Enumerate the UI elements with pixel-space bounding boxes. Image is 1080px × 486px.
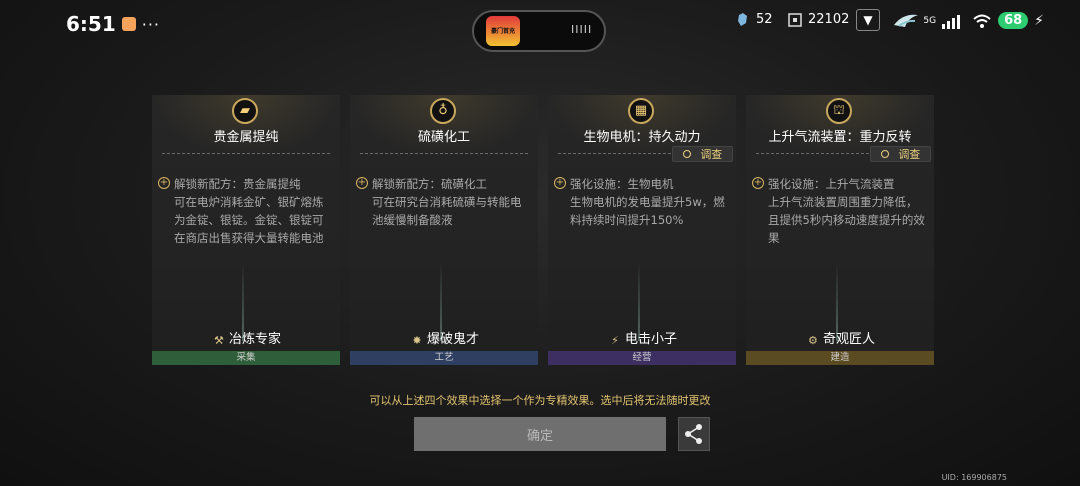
wifi-icon [973,14,991,28]
crystal-icon [738,12,747,26]
plus-icon: + [158,177,170,189]
role-name: 电击小子 [624,332,677,347]
effect-line: + 解锁新配方：硫磺化工 [356,175,530,193]
role-badge-icon: ✸ [412,334,422,347]
specialization-card[interactable]: ♁ 硫磺化工 + 解锁新配方：硫磺化工 可在研究台消耗硫磺与转能电池缓慢制备酸液… [350,95,538,365]
magnifier-icon [880,150,889,158]
category-tag: 采集 [152,351,340,365]
share-icon [685,424,702,444]
plus-icon: + [752,177,764,189]
role-name: 奇观匠人 [822,332,875,347]
effect-line: + 解锁新配方：贵金属提纯 [158,175,332,193]
effect-line: + 强化设施：上升气流装置 [752,175,926,193]
currency-1: 52 [736,12,773,27]
bottle-icon: ♁ [430,98,456,124]
card-description: + 强化设施：上升气流装置 上升气流装置周围重力降低，且提供5秒内移动速度提升的… [752,175,926,247]
chevron-down-icon: ▼ [863,13,873,27]
role-name: 爆破鬼才 [426,332,479,347]
confirm-button[interactable]: 确定 [414,417,666,451]
investigate-label: 调查 [700,148,723,161]
investigate-button[interactable]: 调查 [672,146,733,162]
updraft-icon: ⛫ [826,98,852,124]
specialization-card[interactable]: ▦ 生物电机：持久动力 调查 + 强化设施：生物电机 生物电机的发电量提升5w，… [548,95,736,365]
effect-summary: 解锁新配方：硫磺化工 [372,177,487,191]
role-badge-icon: ⚙ [808,334,818,347]
banner-ad-label: 豪门首充 [490,28,515,35]
role-label: ⚡ 电击小子 [548,328,736,348]
effect-line: + 强化设施：生物电机 [554,175,728,193]
share-button[interactable] [678,417,710,451]
effect-detail: 可在研究台消耗硫磺与转能电池缓慢制备酸液 [372,195,522,227]
role-label: ✸ 爆破鬼才 [350,328,538,348]
status-bar-left: 6:51 ··· [66,12,160,36]
divider [162,153,330,154]
specialization-card[interactable]: ▰ 贵金属提纯 + 解锁新配方：贵金属提纯 可在电炉消耗金矿、银矿熔炼为金锭、银… [152,95,340,365]
card-title: 上升气流装置：重力反转 [768,130,912,145]
effect-detail: 上升气流装置周围重力降低，且提供5秒内移动速度提升的效果 [768,195,925,245]
currency-1-value: 52 [756,12,773,27]
card-description: + 解锁新配方：贵金属提纯 可在电炉消耗金矿、银矿熔炼为金锭、银锭。金锭、银锭可… [158,175,332,247]
currency-2: 22102 [788,12,849,27]
event-banner[interactable]: 豪门首充 IIIII [472,10,606,52]
expand-dropdown-button[interactable]: ▼ [856,9,880,31]
role-badge-icon: ⚒ [214,334,224,347]
magnifier-icon [682,150,691,158]
network-badge: 5G [923,15,937,26]
battery-level: 68 [998,12,1029,29]
effect-summary: 强化设施：生物电机 [570,177,674,191]
specialization-card[interactable]: ⛫ 上升气流装置：重力反转 调查 + 强化设施：上升气流装置 上升气流装置周围重… [746,95,934,365]
gold-bar-icon: ▰ [232,98,258,124]
card-description: + 强化设施：生物电机 生物电机的发电量提升5w，燃料持续时间提升150% [554,175,728,229]
category-tag: 建造 [746,351,934,365]
role-label: ⚒ 冶炼专家 [152,328,340,348]
investigate-button[interactable]: 调查 [870,146,931,162]
cell-signal-icon [942,13,966,29]
plus-icon: + [554,177,566,189]
role-label: ⚙ 奇观匠人 [746,328,934,348]
banner-text: IIIII [571,23,593,36]
plus-icon: + [356,177,368,189]
effect-summary: 强化设施：上升气流装置 [768,177,895,191]
card-title: 贵金属提纯 [213,130,279,145]
user-id: UID: 169906875 [941,473,1007,482]
effect-detail: 可在电炉消耗金矿、银矿熔炼为金锭、银锭。金锭、银锭可在商店出售获得大量转能电池 [174,195,324,245]
generator-icon: ▦ [628,98,654,124]
category-tag: 经营 [548,351,736,365]
chip-icon [788,12,802,27]
banner-ad-image[interactable]: 豪门首充 [486,16,520,46]
effect-summary: 解锁新配方：贵金属提纯 [174,177,301,191]
game-logo-icon[interactable] [893,11,919,31]
card-title: 硫磺化工 [417,130,470,145]
notification-app-icon [121,17,136,31]
charging-icon: ⚡ [1034,12,1044,29]
category-tag: 工艺 [350,351,538,365]
investigate-label: 调查 [898,148,921,161]
role-name: 冶炼专家 [228,332,281,347]
currency-2-value: 22102 [808,12,850,27]
status-bar-right: 5G 68 ⚡ [923,12,1044,29]
card-description: + 解锁新配方：硫磺化工 可在研究台消耗硫磺与转能电池缓慢制备酸液 [356,175,530,229]
role-badge-icon: ⚡ [611,334,619,347]
clock: 6:51 [66,12,116,36]
selection-hint: 可以从上述四个效果中选择一个作为专精效果。选中后将无法随时更改 [369,394,711,407]
more-notifications-icon: ··· [141,14,161,34]
card-title: 生物电机：持久动力 [583,130,701,145]
divider [360,153,528,154]
effect-detail: 生物电机的发电量提升5w，燃料持续时间提升150% [570,195,725,227]
